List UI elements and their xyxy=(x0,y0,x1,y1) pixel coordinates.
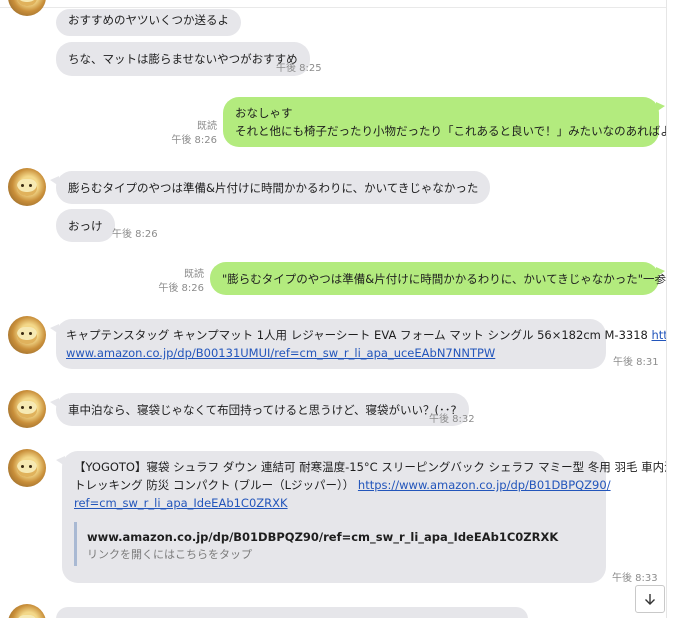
message-time: 午後 8:25 xyxy=(276,63,322,74)
read-receipt: 既読 xyxy=(184,269,204,280)
message-text: おっけ xyxy=(68,219,103,233)
link-preview-hint: リンクを開くにはこちらをタップ xyxy=(87,548,252,561)
message-text: 車中泊なら、寝袋じゃなくて布団持ってけると思うけど、寝袋がいい？(･･? xyxy=(68,403,457,417)
message-text: おすすめのヤツいくつか送るよ xyxy=(68,13,229,27)
message-bubble[interactable]: 膨らむタイプのやつは準備&片付けに時間かかるわりに、かいてきじゃなかった xyxy=(49,171,491,204)
avatar[interactable] xyxy=(8,0,46,16)
message-text: それと他にも椅子だったり小物だったり「これあると良いで！」みたいなのあればよろし… xyxy=(235,124,666,138)
message-bubble[interactable]: おっけ xyxy=(56,209,115,242)
message-time: 午後 8:26 xyxy=(112,229,158,240)
message-time: 午後 8:32 xyxy=(429,414,475,425)
message-link[interactable]: https://www.amazon.co.jp/dp/B01DBPQZ90/ xyxy=(358,478,611,492)
header-divider xyxy=(0,0,666,8)
message-bubble[interactable]: おすすめのヤツいくつか送るよ xyxy=(56,9,241,36)
avatar[interactable] xyxy=(8,390,46,428)
message-text: 【YOGOTO】寝袋 シュラフ ダウン 連結可 耐寒温度-15°C スリーピング… xyxy=(74,460,666,474)
message-bubble[interactable]: ちな、マットは膨らませないやつがおすすめ xyxy=(56,42,310,76)
message-text: おなしゃす xyxy=(235,106,293,120)
message-time: 午後 8:33 xyxy=(612,573,658,584)
message-bubble[interactable]: キャプテンスタッグ キャンプマット 1人用 レジャーシート EVA フォーム マ… xyxy=(50,319,666,369)
arrow-down-icon xyxy=(645,594,655,605)
scrollbar[interactable] xyxy=(666,0,680,618)
message-text: トレッキング 防災 コンパクト (ブルー（Lジッパー）） xyxy=(74,478,355,492)
link-preview-url: www.amazon.co.jp/dp/B01DBPQZ90/ref=cm_sw… xyxy=(87,530,559,544)
message-bubble-own[interactable]: "膨らむタイプのやつは準備&片付けに時間かかるわりに、かいてきじゃなかった"一参… xyxy=(210,262,666,295)
avatar[interactable] xyxy=(8,168,46,206)
message-text: ちな、マットは膨らませないやつがおすすめ xyxy=(68,52,298,66)
message-bubble[interactable]: 【YOGOTO】寝袋 シュラフ ダウン 連結可 耐寒温度-15°C スリーピング… xyxy=(56,451,666,583)
message-text: キャプテンスタッグ キャンプマット 1人用 レジャーシート EVA フォーム マ… xyxy=(66,328,652,342)
avatar[interactable] xyxy=(8,449,46,487)
message-bubble-own[interactable]: おなしゃす それと他にも椅子だったり小物だったり「これあると良いで！」みたいなの… xyxy=(223,97,666,147)
message-link[interactable]: https:// xyxy=(652,328,667,342)
message-text: "膨らむタイプのやつは準備&片付けに時間かかるわりに、かいてきじゃなかった"一参… xyxy=(222,272,666,286)
avatar[interactable] xyxy=(8,316,46,354)
avatar[interactable] xyxy=(8,604,46,618)
message-link[interactable]: www.amazon.co.jp/dp/B00131UMUI/ref=cm_sw… xyxy=(66,346,495,360)
message-time: 午後 8:26 xyxy=(158,283,204,294)
read-receipt: 既読 xyxy=(197,121,217,132)
message-time: 午後 8:31 xyxy=(613,357,659,368)
scroll-to-bottom-button[interactable] xyxy=(635,585,665,613)
message-link[interactable]: ref=cm_sw_r_li_apa_IdeEAb1C0ZRXK xyxy=(74,496,288,510)
message-bubble[interactable] xyxy=(56,607,528,618)
chat-timeline[interactable]: おすすめのヤツいくつか送るよ ちな、マットは膨らませないやつがおすすめ 午後 8… xyxy=(0,0,666,618)
message-bubble[interactable]: 車中泊なら、寝袋じゃなくて布団持ってけると思うけど、寝袋がいい？(･･? xyxy=(50,393,469,426)
link-preview[interactable]: www.amazon.co.jp/dp/B01DBPQZ90/ref=cm_sw… xyxy=(74,522,594,566)
message-text: 膨らむタイプのやつは準備&片付けに時間かかるわりに、かいてきじゃなかった xyxy=(68,181,479,195)
message-time: 午後 8:26 xyxy=(171,135,217,146)
